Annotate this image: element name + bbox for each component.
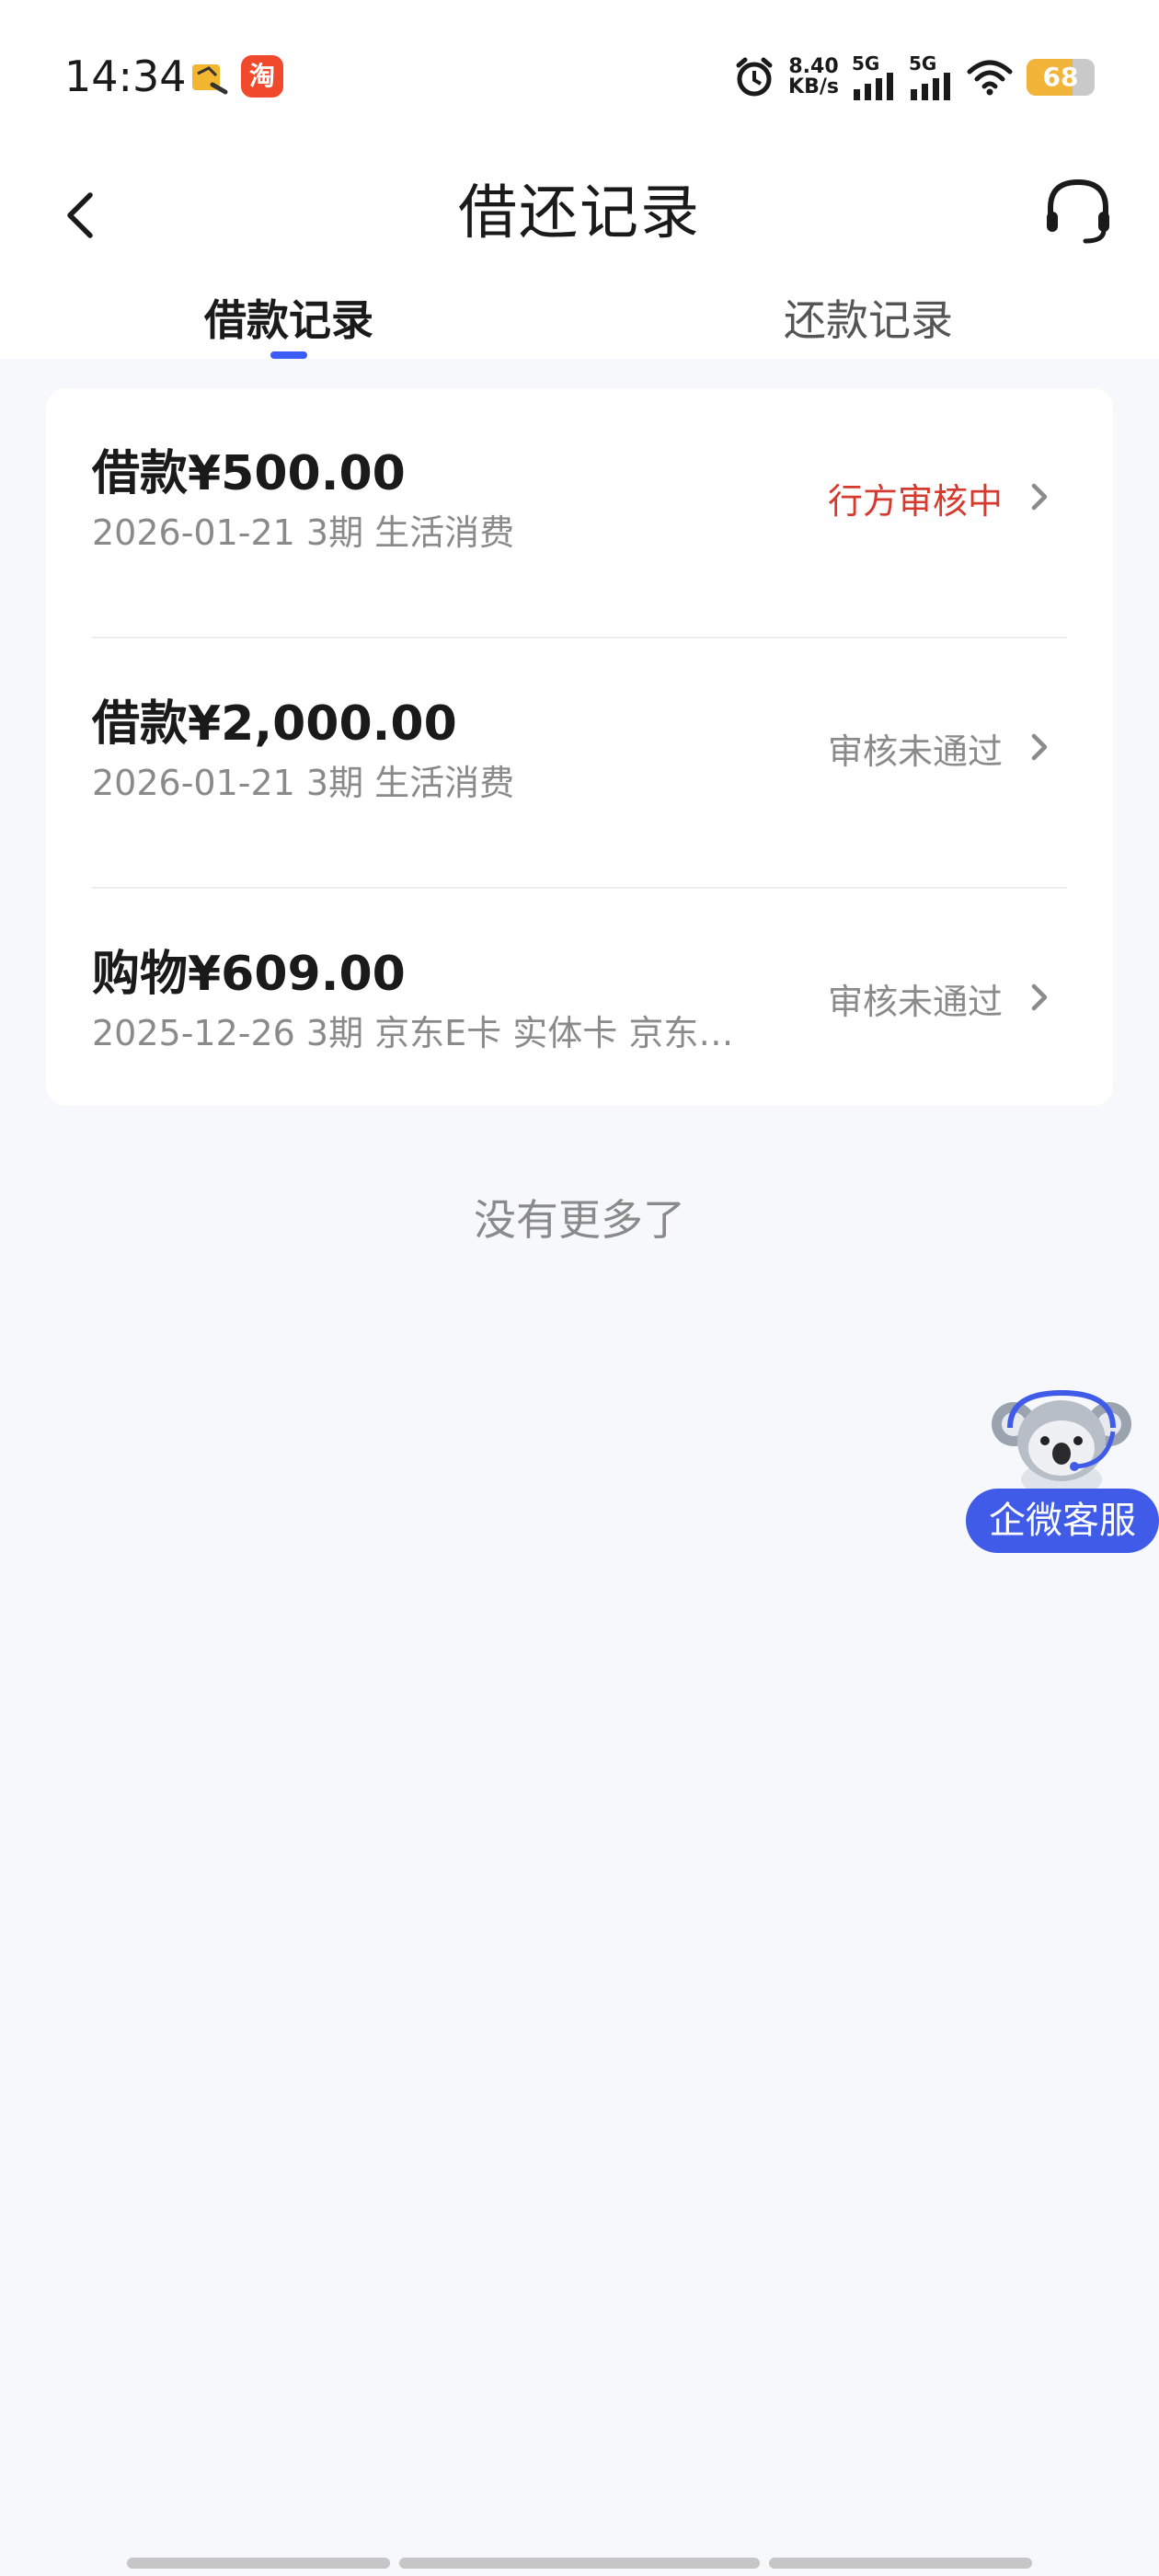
taobao-app-icon: 淘 <box>241 55 283 98</box>
battery-level-text: 68 <box>1042 62 1079 92</box>
record-status: 审核未通过 <box>827 731 1003 772</box>
signal-bars-icon <box>911 73 950 100</box>
net-speed: 8.40 KB/s <box>788 57 839 98</box>
signal-1-label: 5G <box>852 52 880 75</box>
record-amount: 购物¥609.00 <box>92 947 406 1002</box>
active-tab-indicator <box>270 351 307 359</box>
list-item[interactable]: 购物¥609.00 2025-12-26 3期 京东E卡 实体卡 京东… 审核未… <box>92 889 1067 1139</box>
net-speed-value: 8.40 <box>788 55 839 78</box>
record-status: 审核未通过 <box>827 982 1003 1022</box>
nav-gesture-bar[interactable] <box>127 2558 390 2569</box>
record-status: 行方审核中 <box>827 481 1003 522</box>
record-meta: 2026-01-21 3期 生活消费 <box>92 512 515 553</box>
page: 14:34 淘 8.40 KB/s 5G 5G 68 借还记录 借款记录 还款记… <box>0 0 1159 2576</box>
list-item[interactable]: 借款¥2,000.00 2026-01-21 3期 生活消费 审核未通过 <box>92 638 1067 889</box>
signal-2-label: 5G <box>909 52 937 75</box>
status-bar: 14:34 淘 8.40 KB/s 5G 5G 68 <box>0 0 1159 147</box>
list-item[interactable]: 借款¥500.00 2026-01-21 3期 生活消费 行方审核中 <box>92 388 1067 638</box>
record-amount: 借款¥2,000.00 <box>92 696 457 752</box>
status-time: 14:34 <box>64 52 187 101</box>
chevron-right-icon <box>1031 983 1048 1011</box>
chevron-right-icon <box>1031 483 1048 511</box>
wecom-service-button[interactable]: 企微客服 <box>966 1489 1159 1553</box>
tab-borrow-records[interactable]: 借款记录 <box>204 287 373 348</box>
record-amount: 借款¥500.00 <box>92 446 406 501</box>
signal-bars-icon <box>854 73 893 100</box>
battery-indicator: 68 <box>1027 59 1095 96</box>
page-header: 借还记录 借款记录 还款记录 <box>0 147 1159 359</box>
page-title: 借还记录 <box>458 179 701 247</box>
signal-1: 5G <box>852 54 896 100</box>
floating-service-widget[interactable]: 企微客服 <box>964 1387 1159 1553</box>
signal-2: 5G <box>909 54 953 100</box>
koala-mascot-icon <box>992 1389 1131 1494</box>
status-icons: 8.40 KB/s 5G 5G 68 <box>733 50 1095 105</box>
records-list: 借款¥500.00 2026-01-21 3期 生活消费 行方审核中 借款¥2,… <box>46 388 1113 1106</box>
nav-gesture-bar[interactable] <box>769 2558 1032 2569</box>
record-meta: 2025-12-26 3期 京东E卡 实体卡 京东… <box>92 1013 734 1053</box>
wifi-icon <box>967 60 1013 96</box>
net-speed-unit: KB/s <box>788 75 839 98</box>
notification-app-icon <box>192 64 228 95</box>
headset-icon[interactable] <box>1041 173 1115 250</box>
tab-repay-records[interactable]: 还款记录 <box>784 287 953 348</box>
chevron-right-icon <box>1031 733 1048 761</box>
alarm-icon <box>736 57 773 97</box>
list-end-text: 没有更多了 <box>474 1195 685 1245</box>
nav-gesture-bar[interactable] <box>399 2558 760 2569</box>
record-meta: 2026-01-21 3期 生活消费 <box>92 763 515 803</box>
